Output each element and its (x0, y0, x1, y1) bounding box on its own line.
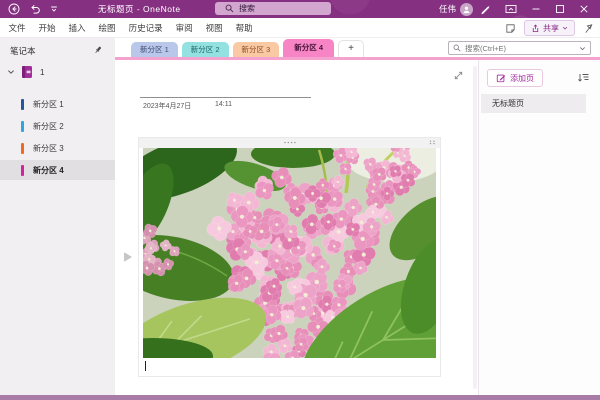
page-scrollbar[interactable] (473, 66, 477, 389)
menu-bar: 文件 开始 插入 绘图 历史记录 审阅 视图 帮助 共享 (0, 18, 600, 38)
notebook-row[interactable]: 1 (0, 62, 115, 82)
note-container[interactable] (138, 137, 441, 377)
menu-review[interactable]: 审阅 (169, 18, 199, 38)
sticky-note-icon[interactable] (505, 23, 516, 34)
page-date: 2023年4月27日 (143, 101, 191, 111)
menu-insert[interactable]: 插入 (62, 18, 92, 38)
grip-dots-icon (283, 140, 297, 145)
share-button[interactable]: 共享 (524, 20, 575, 36)
window-title: 无标题页 - OneNote (98, 0, 181, 18)
section-color-bar (21, 143, 24, 154)
menu-file[interactable]: 文件 (2, 18, 32, 38)
fullpage-view-icon[interactable] (453, 70, 464, 81)
section-tab-strip: 新分区 1 新分区 2 新分区 3 新分区 4 + (115, 38, 600, 60)
notebook-search-box[interactable] (448, 41, 591, 55)
sidebar-section-3[interactable]: 新分区 3 (0, 138, 115, 158)
close-icon[interactable] (572, 0, 596, 18)
grip-resize-icon[interactable] (429, 140, 436, 145)
section-tab-1[interactable]: 新分区 1 (131, 42, 178, 57)
page-list-item-selected[interactable]: 无标题页 (481, 94, 586, 113)
add-page-label: 添加页 (510, 73, 534, 84)
add-section-tab[interactable]: + (338, 40, 364, 57)
user-name[interactable]: 任伟 (439, 3, 456, 15)
page-time: 14:11 (215, 101, 232, 108)
minimize-icon[interactable] (524, 0, 548, 18)
ink-pen-icon[interactable] (473, 0, 498, 18)
qat-customize-icon[interactable] (50, 5, 58, 13)
page-title-underline[interactable] (140, 97, 311, 98)
menu-home[interactable]: 开始 (32, 18, 62, 38)
menu-view[interactable]: 视图 (199, 18, 229, 38)
section-color-bar (21, 165, 24, 176)
title-bar: 无标题页 - OneNote 搜索 任伟 (0, 0, 600, 18)
expand-pane-arrow-icon[interactable] (124, 252, 132, 262)
chevron-down-icon[interactable] (7, 68, 15, 76)
quick-access-toolbar (8, 0, 58, 18)
compose-icon (496, 73, 506, 83)
menu-help[interactable]: 帮助 (229, 18, 259, 38)
share-icon (531, 24, 540, 33)
titlebar-search-box[interactable]: 搜索 (215, 2, 331, 15)
section-tab-4-selected[interactable]: 新分区 4 (283, 39, 334, 57)
sidebar-section-2[interactable]: 新分区 2 (0, 116, 115, 136)
add-page-button[interactable]: 添加页 (487, 69, 543, 87)
menu-history[interactable]: 历史记录 (122, 18, 169, 38)
avatar[interactable] (460, 3, 473, 16)
menu-draw[interactable]: 绘图 (92, 18, 122, 38)
notebook-pane: 笔记本 1 新分区 1 新分区 2 新分区 3 新分区 4 (0, 38, 115, 395)
section-tab-3[interactable]: 新分区 3 (233, 42, 280, 57)
onenote-window: 无标题页 - OneNote 搜索 任伟 (0, 0, 600, 400)
ribbon-display-icon[interactable] (498, 0, 524, 18)
sidebar-section-4-selected[interactable]: 新分区 4 (0, 160, 115, 180)
window-bottom-border (0, 395, 600, 400)
notebook-name: 1 (40, 68, 44, 77)
note-container-grip[interactable] (139, 138, 440, 148)
search-icon (453, 44, 461, 52)
search-icon (225, 4, 234, 13)
chevron-down-icon (562, 25, 568, 31)
search-input[interactable] (465, 44, 575, 53)
sort-icon[interactable] (577, 72, 589, 84)
section-color-bar (21, 99, 24, 110)
page-canvas[interactable]: 2023年4月27日 14:11 (115, 60, 478, 395)
whats-new-flag-icon[interactable] (583, 23, 594, 34)
chevron-down-icon[interactable] (579, 45, 586, 52)
back-icon[interactable] (8, 3, 20, 15)
hydrangea-photo[interactable] (143, 148, 436, 358)
section-color-bar (21, 121, 24, 132)
notebook-icon (21, 65, 34, 79)
notebook-pane-header: 笔记本 (10, 45, 36, 57)
pin-icon[interactable] (93, 45, 103, 55)
maximize-icon[interactable] (548, 0, 572, 18)
sidebar-section-1[interactable]: 新分区 1 (0, 94, 115, 114)
section-tab-2[interactable]: 新分区 2 (182, 42, 229, 57)
page-list-pane: 添加页 无标题页 (478, 60, 600, 395)
titlebar-search-text: 搜索 (239, 3, 255, 14)
share-label: 共享 (543, 23, 559, 34)
undo-icon[interactable] (29, 3, 41, 15)
note-text-line[interactable] (139, 358, 440, 374)
text-cursor (145, 361, 146, 371)
